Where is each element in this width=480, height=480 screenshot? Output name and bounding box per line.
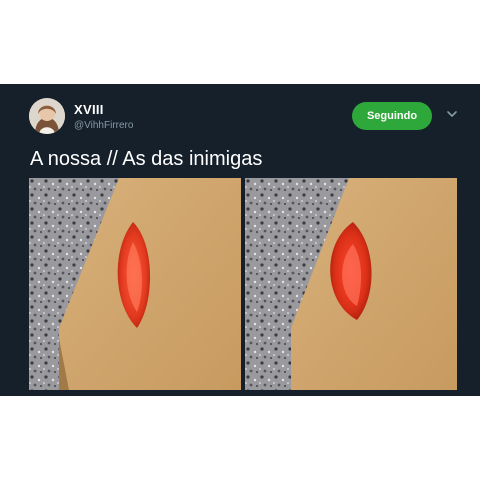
- user-handle[interactable]: @VihhFirrero: [74, 120, 133, 131]
- display-name[interactable]: XVIII: [74, 102, 104, 117]
- tweet-photo-left[interactable]: [29, 178, 241, 390]
- following-button[interactable]: Seguindo: [352, 102, 432, 130]
- avatar-image: [29, 98, 65, 134]
- tweet-photo-right[interactable]: [245, 178, 457, 390]
- tweet-text: A nossa // As das inimigas: [30, 148, 263, 170]
- chevron-down-icon[interactable]: [444, 106, 460, 122]
- tweet-card: XVIII @VihhFirrero Seguindo A nossa // A…: [0, 84, 480, 396]
- avatar[interactable]: [29, 98, 65, 134]
